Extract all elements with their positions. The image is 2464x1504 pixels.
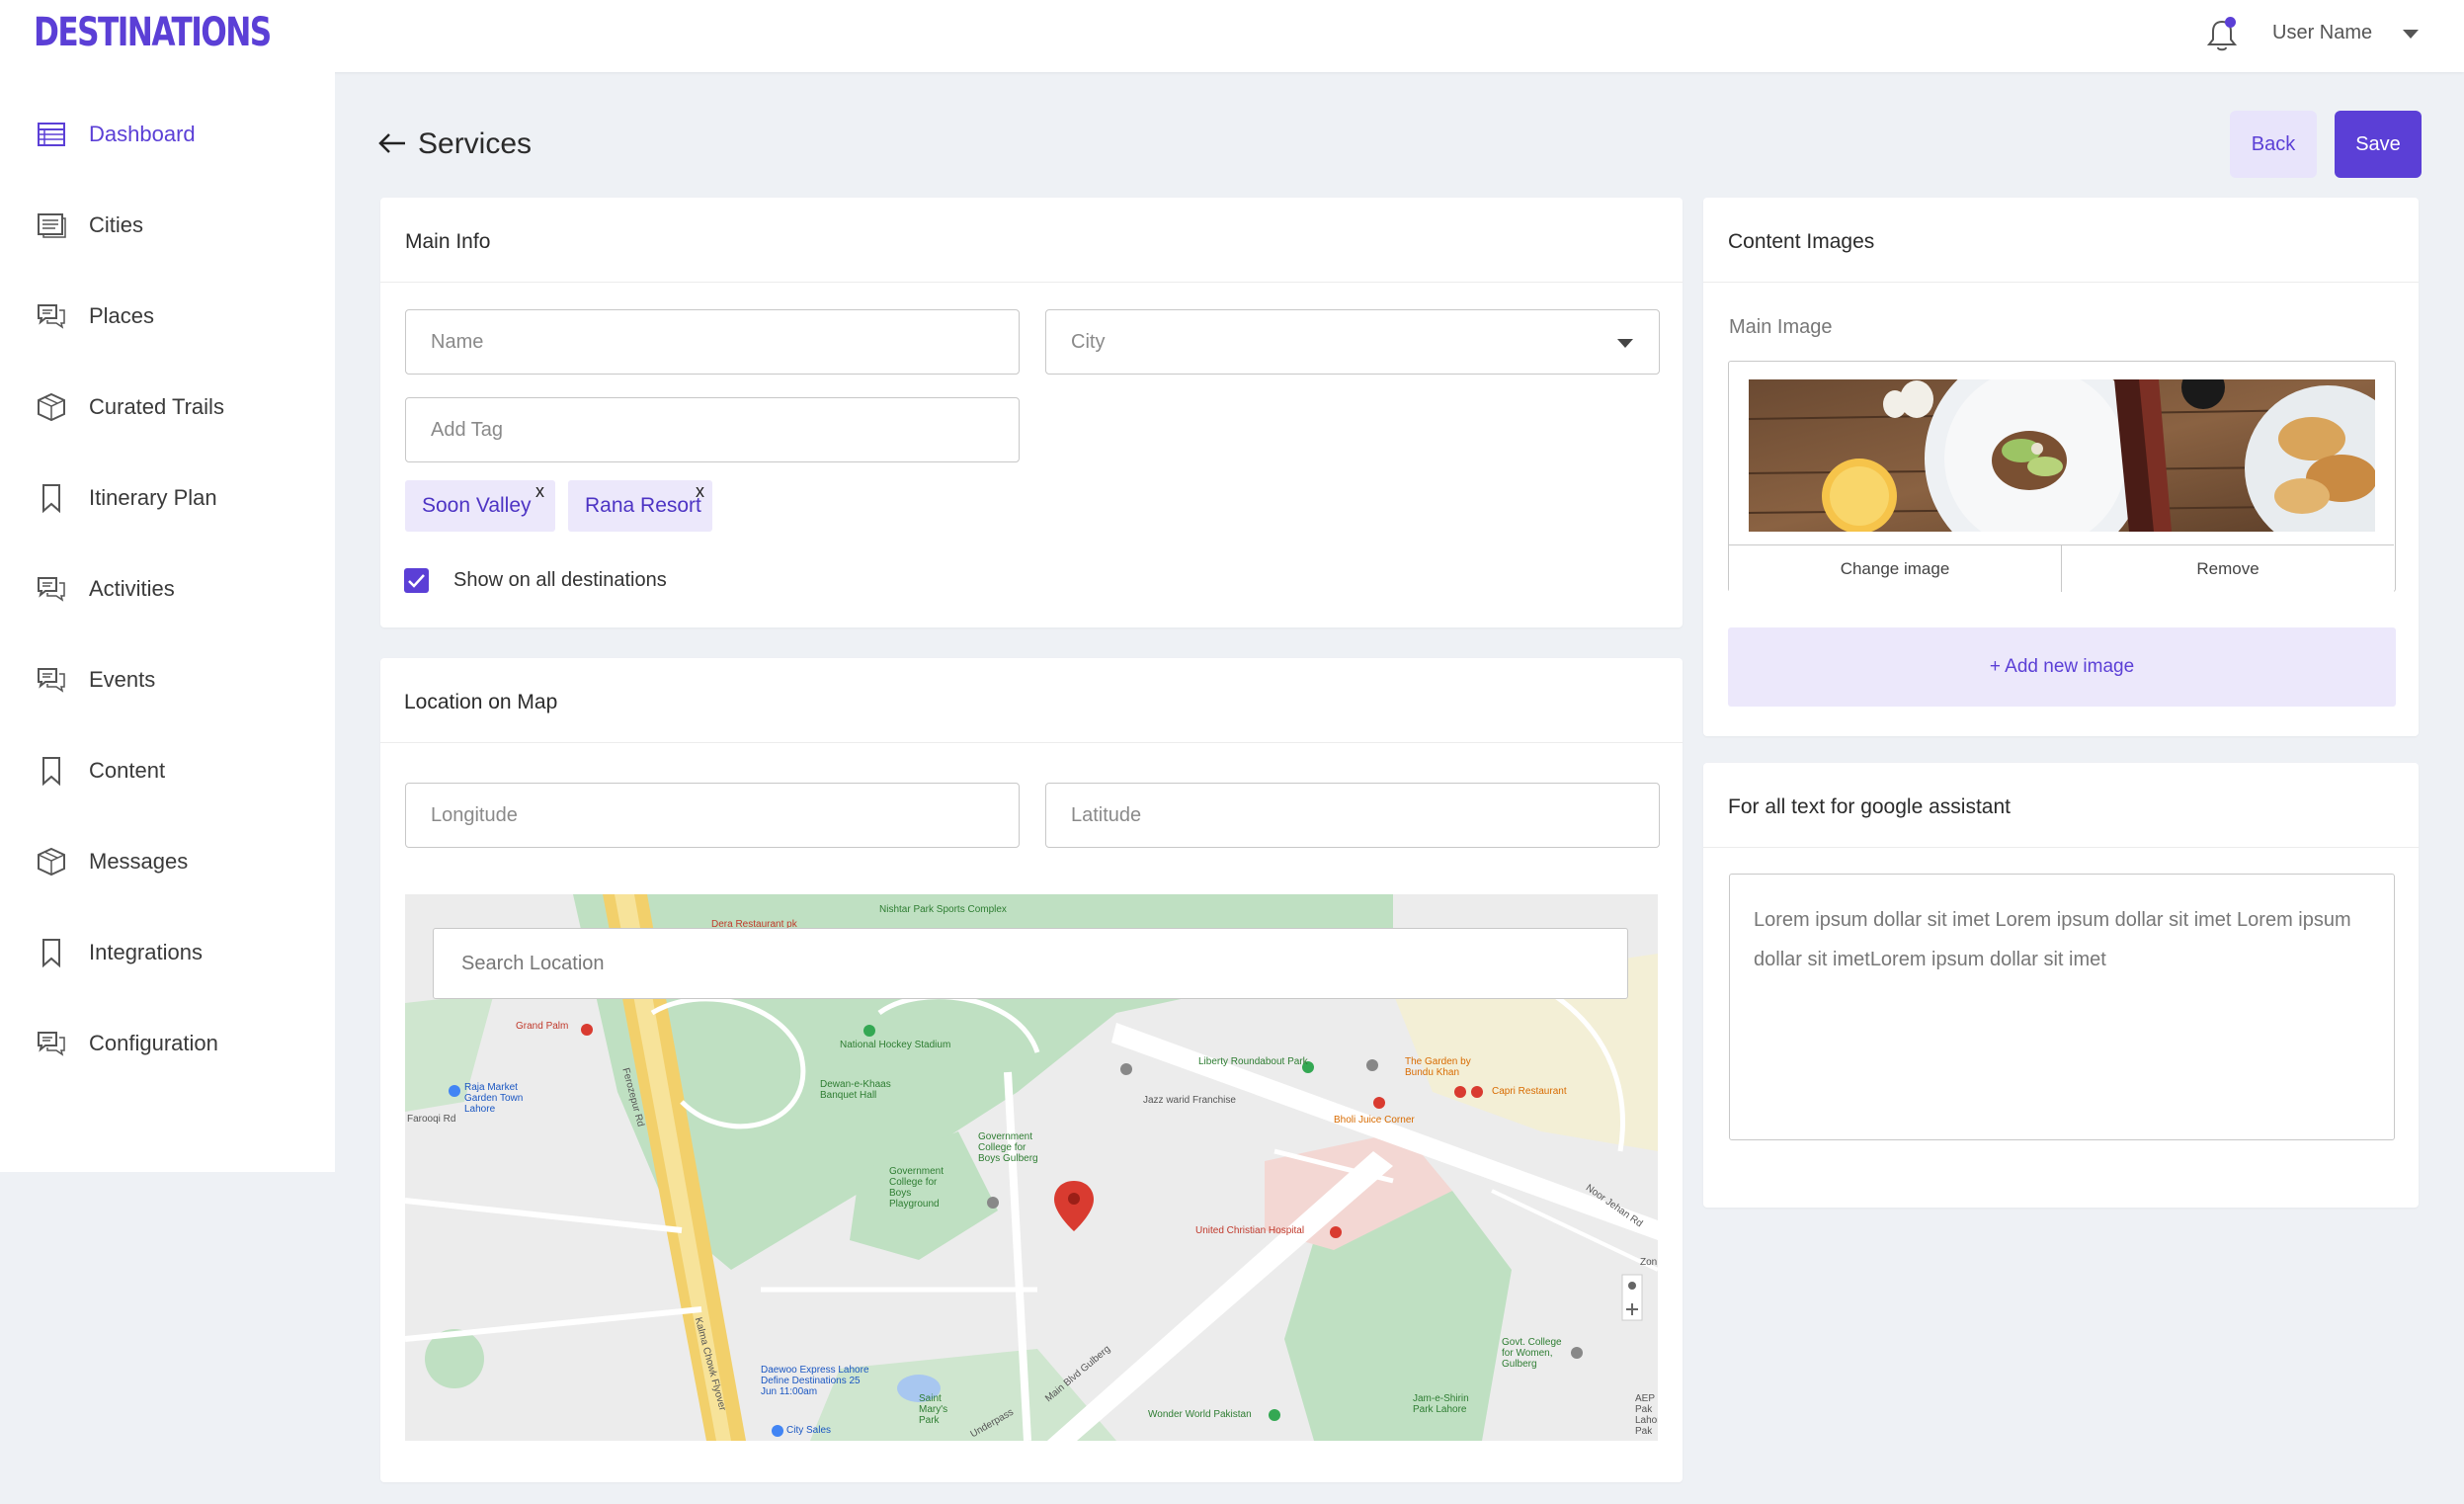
page-title: Services [418,127,533,160]
main-image-label: Main Image [1729,316,1833,338]
tag-label: Rana Resort [585,494,701,517]
sidebar-item-label: Itinerary Plan [89,485,217,510]
show-all-checkbox[interactable] [404,568,429,593]
sidebar-item-curated-trails[interactable]: Curated Trails [0,368,335,447]
sidebar-item-label: Places [89,303,155,328]
assistant-header: For all text for google assistant [1703,763,2419,848]
map-label: Dewan-e-Khaas Banquet Hall [820,1079,891,1101]
main-info-title: Main Info [405,230,491,253]
bookmark-icon [42,939,60,968]
sidebar-item-events[interactable]: Events [0,640,335,719]
chevron-down-icon [1617,339,1633,348]
map-label: The Garden by Bundu Khan [1405,1056,1471,1078]
latitude-field[interactable] [1045,783,1660,848]
sidebar-item-itinerary-plan[interactable]: Itinerary Plan [0,459,335,538]
city-select[interactable]: City [1045,309,1660,375]
location-map[interactable]: Nishtar Park Sports Complex Dera Restaur… [405,894,1658,1441]
map-label: Grand Palm [516,1021,569,1032]
back-arrow-icon[interactable] [375,128,409,158]
map-label: Daewoo Express Lahore Define Destination… [761,1365,869,1397]
top-bar: DESTINATIONS User Name [0,0,2464,72]
sidebar-item-label: Curated Trails [89,394,224,419]
user-name[interactable]: User Name [2272,22,2372,44]
sidebar-item-label: Cities [89,212,144,237]
tag-remove-close-icon[interactable]: x [696,481,704,502]
sidebar-item-label: Content [89,758,166,783]
map-label: City Sales [786,1425,832,1436]
content-images-title: Content Images [1728,230,1875,253]
assistant-text-area[interactable]: Lorem ipsum dollar sit imet Lorem ipsum … [1729,874,2395,1140]
tag-chip: Soon Valley x [405,480,555,532]
tag-chip: Rana Resort x [568,480,712,532]
main-info-header: Main Info [380,198,1683,283]
sidebar-item-places[interactable]: Places [0,277,335,356]
content-images-header: Content Images [1703,198,2419,283]
sidebar-item-label: Events [89,667,156,692]
tag-remove-close-icon[interactable]: x [535,481,544,502]
chat-icon [38,304,65,329]
sidebar: Dashboard Cities Places Curated Trails I… [0,72,335,1172]
bookmark-icon [42,484,60,514]
location-header: Location on Map [380,658,1683,743]
map-label: Capri Restaurant [1492,1086,1567,1097]
sidebar-item-label: Messages [89,849,189,874]
main-image-frame: Change image Remove [1728,361,2396,592]
map-label: Government College for Boys Playground [889,1166,945,1210]
notification-dot [2225,17,2236,28]
chat-icon [38,577,65,602]
map-label: Jam-e-Shirin Park Lahore [1413,1393,1469,1415]
map-search-input[interactable] [433,928,1628,999]
map-label: Government College for Boys Gulberg [978,1131,1038,1164]
name-field[interactable] [405,309,1020,375]
location-title: Location on Map [404,691,558,713]
table-icon [38,123,65,146]
show-all-label: Show on all destinations [453,569,667,591]
checkmark-icon [408,574,425,588]
sidebar-item-activities[interactable]: Activities [0,549,335,628]
map-label: Nishtar Park Sports Complex [879,904,1007,915]
map-label: Govt. College for Women, Gulberg [1502,1337,1562,1370]
map-label: Raja Market Garden Town Lahore [464,1082,524,1115]
map-label: Jazz warid Franchise [1143,1095,1236,1106]
map-label: United Christian Hospital [1195,1225,1305,1236]
box-icon [38,847,65,877]
app-logo[interactable]: DESTINATIONS [34,10,272,55]
assistant-title: For all text for google assistant [1728,795,2011,818]
user-menu-chevron-down-icon[interactable] [2403,30,2419,39]
map-label: AEP Pak Lahore Pak [1635,1393,1658,1437]
sidebar-item-label: Integrations [89,940,203,964]
sidebar-item-label: Activities [89,576,175,601]
add-tag-field[interactable] [405,397,1020,462]
map-label: Liberty Roundabout Park [1198,1056,1308,1067]
sidebar-item-configuration[interactable]: Configuration [0,1004,335,1083]
change-image-button[interactable]: Change image [1729,544,2062,592]
tag-label: Soon Valley [422,494,532,517]
add-new-image-button[interactable]: + Add new image [1728,627,2396,707]
map-label: National Hockey Stadium [840,1040,951,1050]
sidebar-item-label: Configuration [89,1031,218,1055]
sidebar-item-label: Dashboard [89,122,196,146]
back-button[interactable]: Back [2230,111,2317,178]
main-image-photo [1749,379,2375,532]
save-button[interactable]: Save [2335,111,2422,178]
bookmark-icon [42,757,60,787]
map-label: Bholi Juice Corner [1334,1115,1415,1126]
list-card-icon [38,213,66,238]
city-select-value: City [1071,331,1106,353]
map-label: Wonder World Pakistan [1148,1409,1252,1420]
map-label: Zon [1640,1257,1658,1268]
sidebar-item-content[interactable]: Content [0,731,335,810]
map-label: Saint Mary's Park [919,1393,948,1426]
sidebar-item-integrations[interactable]: Integrations [0,913,335,992]
sidebar-item-cities[interactable]: Cities [0,186,335,265]
chat-icon [38,1032,65,1056]
longitude-field[interactable] [405,783,1020,848]
sidebar-item-dashboard[interactable]: Dashboard [0,95,335,174]
sidebar-item-messages[interactable]: Messages [0,822,335,901]
map-label: Farooqi Rd [407,1114,456,1125]
box-icon [38,392,65,422]
chat-icon [38,668,65,693]
breakfast-photo [1749,379,2375,532]
remove-image-button[interactable]: Remove [2062,544,2394,592]
